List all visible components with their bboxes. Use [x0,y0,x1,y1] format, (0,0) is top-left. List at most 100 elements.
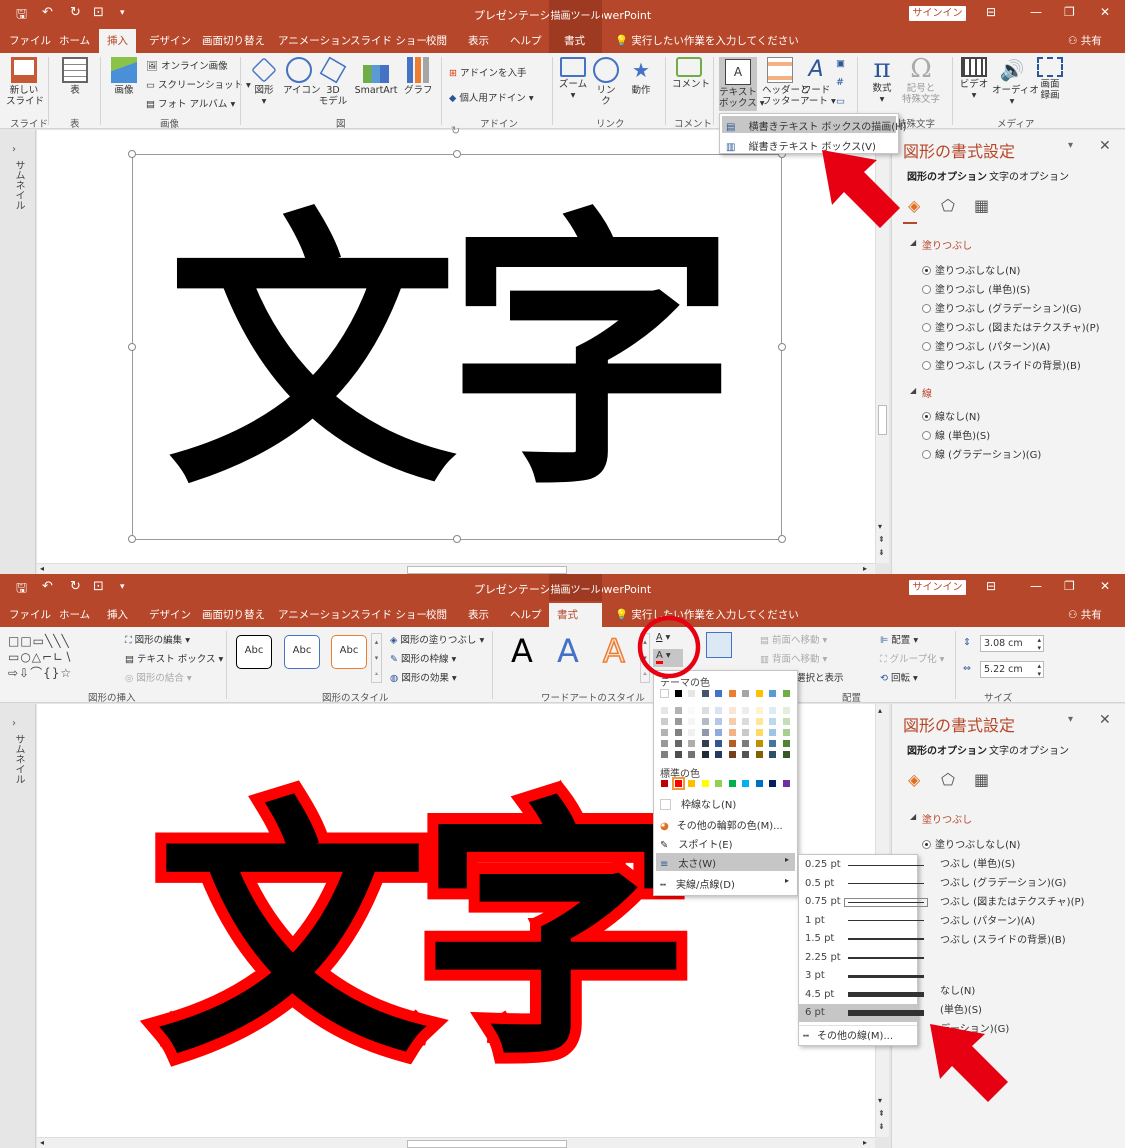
theme-color-swatch[interactable] [673,689,683,698]
standard-color-swatch[interactable] [768,779,777,788]
prev-slide-icon[interactable]: ⇞ [878,535,885,544]
thumbnail-pane-collapsed[interactable]: › サムネイル [0,704,36,1148]
tab-format[interactable]: 書式 [564,33,585,48]
theme-color-swatch[interactable] [741,728,750,737]
resize-handle[interactable] [453,535,461,543]
tab-file[interactable]: ファイル [9,607,51,622]
shape-fill-button[interactable]: ◈ 図形の塗りつぶし ▾ [390,632,484,646]
tab-insert[interactable]: 挿入 [99,29,136,53]
fill-option[interactable]: つぶし (パターン)(A) [940,912,1035,927]
standard-color-swatch[interactable] [671,777,685,790]
standard-color-swatch[interactable] [741,779,750,788]
minimize-icon[interactable]: — [1030,5,1042,19]
bring-forward-button[interactable]: ▤ 前面へ移動 ▾ [760,632,827,646]
standard-color-swatch[interactable] [754,779,764,788]
theme-color-swatch[interactable] [781,728,791,737]
action-button[interactable]: ★ 動作 [626,57,656,96]
line-section-header[interactable]: 線 [922,385,932,400]
theme-color-swatch[interactable] [768,717,777,726]
height-field[interactable]: 3.08 cm ▴ ▾ [980,635,1044,652]
size-properties-icon[interactable]: ▦ [974,770,989,789]
text-box-button[interactable]: ▤ テキスト ボックス ▾ [125,651,223,665]
theme-color-swatch[interactable] [687,717,696,726]
fill-option[interactable]: 塗りつぶし (単色)(S) [922,281,1030,296]
theme-color-swatch[interactable] [700,717,710,726]
line-weight-option[interactable]: 0.75 pt [799,893,928,911]
scroll-thumb[interactable] [407,566,567,574]
tab-help[interactable]: ヘルプ [510,607,542,622]
size-properties-icon[interactable]: ▦ [974,196,989,215]
symbol-button[interactable]: Ω 記号と 特殊文字 [900,55,942,105]
alt-text-icon[interactable] [706,632,732,658]
line-option[interactable]: 線 (単色)(S) [922,427,990,442]
tab-transitions[interactable]: 画面切り替え [202,33,265,48]
merge-shapes-button[interactable]: ◎ 図形の結合 ▾ [125,670,192,684]
rotate-button[interactable]: ⟲ 回転 ▾ [880,670,918,684]
theme-color-swatch[interactable] [768,706,777,715]
tab-help[interactable]: ヘルプ [510,33,542,48]
resize-handle[interactable] [128,343,136,351]
theme-color-swatch[interactable] [781,750,791,759]
no-outline-item[interactable]: 枠線なし(N) [660,796,795,811]
image-button[interactable]: 画像 [108,57,140,96]
theme-color-swatch[interactable] [660,728,669,737]
resize-handle[interactable] [778,535,786,543]
line-option[interactable]: (単色)(S) [940,1001,982,1016]
pane-close-icon[interactable]: ✕ [1099,712,1111,728]
horizontal-scrollbar[interactable]: ◂ ▸ [37,563,875,574]
tab-home[interactable]: ホーム [59,33,90,48]
theme-color-swatch[interactable] [660,750,669,759]
scroll-down-icon[interactable]: ▾ [878,522,882,531]
wordart-style-3[interactable]: A [594,631,634,671]
theme-color-swatch[interactable] [768,689,777,698]
screenshot-button[interactable]: ▭ スクリーンショット ▾ [146,77,251,91]
slide-text[interactable]: 文字 [167,186,747,526]
theme-color-swatch[interactable] [673,739,683,748]
theme-color-grid[interactable] [657,689,797,759]
scroll-down-icon[interactable]: ▾ [878,1096,882,1105]
theme-color-swatch[interactable] [673,728,683,737]
tab-slideshow[interactable]: スライド ショー [350,607,427,622]
signin-button[interactable]: サインイン [909,580,966,595]
theme-color-swatch[interactable] [700,750,710,759]
scroll-left-icon[interactable]: ◂ [40,564,44,573]
close-icon[interactable]: ✕ [1100,5,1110,19]
textbox-button[interactable]: A テキスト ボックス ▾ [719,57,765,111]
theme-color-swatch[interactable] [754,728,764,737]
pane-options-icon[interactable]: ▾ [1068,140,1073,151]
comment-button[interactable]: コメント [672,57,710,90]
video-button[interactable]: ビデオ ▾ [958,57,990,101]
slide-number-icon[interactable]: # [836,77,844,88]
equation-button[interactable]: π 数式 ▾ [865,55,899,105]
fill-option[interactable]: 塗りつぶし (パターン)(A) [922,338,1050,353]
tab-shape-options[interactable]: 図形のオプション [907,168,987,183]
theme-color-swatch[interactable] [727,689,737,698]
line-collapse-icon[interactable]: ◢ [910,386,916,395]
theme-color-swatch[interactable] [741,739,750,748]
theme-color-swatch[interactable] [754,717,764,726]
theme-color-swatch[interactable] [741,750,750,759]
theme-color-swatch[interactable] [673,717,683,726]
theme-color-swatch[interactable] [754,739,764,748]
smartart-button[interactable]: SmartArt [353,57,399,96]
fill-collapse-icon[interactable]: ◢ [910,238,916,247]
pane-close-icon[interactable]: ✕ [1099,138,1111,154]
theme-color-swatch[interactable] [687,706,696,715]
tab-review[interactable]: 校閲 [426,33,447,48]
eyedropper-item[interactable]: ✎ スポイト(E) [660,836,795,851]
standard-color-row[interactable] [657,777,797,791]
shape-effect-button[interactable]: ◍ 図形の効果 ▾ [390,670,457,684]
theme-color-swatch[interactable] [700,706,710,715]
expand-icon[interactable]: › [12,718,16,729]
tab-format[interactable]: 書式 [549,603,602,627]
scroll-thumb[interactable] [407,1140,567,1148]
fill-option[interactable]: 塗りつぶし (スライドの背景)(B) [922,357,1081,372]
theme-color-swatch[interactable] [673,706,683,715]
resize-handle[interactable] [453,150,461,158]
theme-color-swatch[interactable] [660,689,669,698]
3d-model-button[interactable]: 3D モデル [318,56,348,107]
resize-handle[interactable] [128,535,136,543]
fill-option[interactable]: つぶし (単色)(S) [940,855,1015,870]
theme-color-swatch[interactable] [700,739,710,748]
tab-file[interactable]: ファイル [9,33,51,48]
